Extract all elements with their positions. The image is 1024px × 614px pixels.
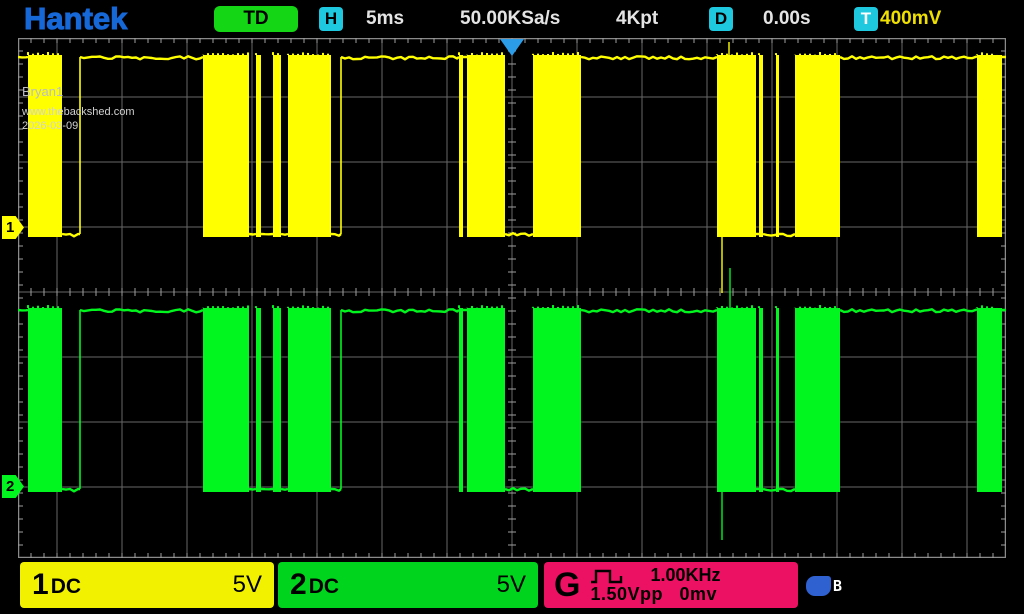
generator-offset: 0mv — [680, 584, 718, 604]
usb-device-label: B — [833, 577, 842, 595]
channel1-volts-div: 5V — [233, 571, 262, 599]
overlay-website: www.thebackshed.com — [22, 106, 135, 118]
overlay-username: Bryan1 — [22, 84, 135, 99]
waveform-traces — [18, 38, 1006, 558]
trigger-icon[interactable]: T — [854, 7, 878, 31]
channel1-settings-box[interactable]: 1 DC 5V — [20, 562, 274, 608]
channel1-number: 1 — [32, 568, 49, 602]
square-wave-icon — [590, 568, 624, 584]
horizontal-timebase-icon[interactable]: H — [319, 7, 343, 31]
trigger-status-badge[interactable]: TD — [214, 6, 298, 32]
overlay-date: 2026-03-09 — [22, 120, 135, 132]
horizontal-delay-readout: 0.00s — [763, 8, 811, 30]
timebase-readout: 5ms — [366, 8, 404, 30]
delay-icon[interactable]: D — [709, 7, 733, 31]
hantek-logo: Hantek — [24, 1, 127, 37]
user-overlay-text: Bryan1 www.thebackshed.com 2026-03-09 — [22, 84, 135, 132]
sample-rate-readout: 50.00KSa/s — [460, 8, 560, 30]
channel2-number: 2 — [290, 568, 307, 602]
channel2-coupling: DC — [309, 575, 339, 599]
generator-label: G — [554, 566, 580, 605]
bottom-status-bar: 1 DC 5V 2 DC 5V G 1.00KHz 1.50Vpp — [0, 562, 1024, 608]
channel2-volts-div: 5V — [497, 571, 526, 599]
generator-amplitude: 1.50Vpp — [590, 584, 663, 604]
trigger-level-readout: 400mV — [880, 8, 941, 30]
top-status-bar: Hantek TD H 5ms 50.00KSa/s 4Kpt D 0.00s … — [0, 0, 1024, 38]
usb-device-icon — [806, 576, 831, 596]
channel1-coupling: DC — [51, 575, 81, 599]
channel2-settings-box[interactable]: 2 DC 5V — [278, 562, 538, 608]
memory-depth-readout: 4Kpt — [616, 8, 658, 30]
signal-generator-box[interactable]: G 1.00KHz 1.50Vpp 0mv — [544, 562, 798, 608]
waveform-display: Bryan1 www.thebackshed.com 2026-03-09 — [18, 38, 1006, 558]
oscilloscope-screen: Hantek TD H 5ms 50.00KSa/s 4Kpt D 0.00s … — [0, 0, 1024, 614]
generator-frequency: 1.00KHz — [650, 566, 720, 585]
